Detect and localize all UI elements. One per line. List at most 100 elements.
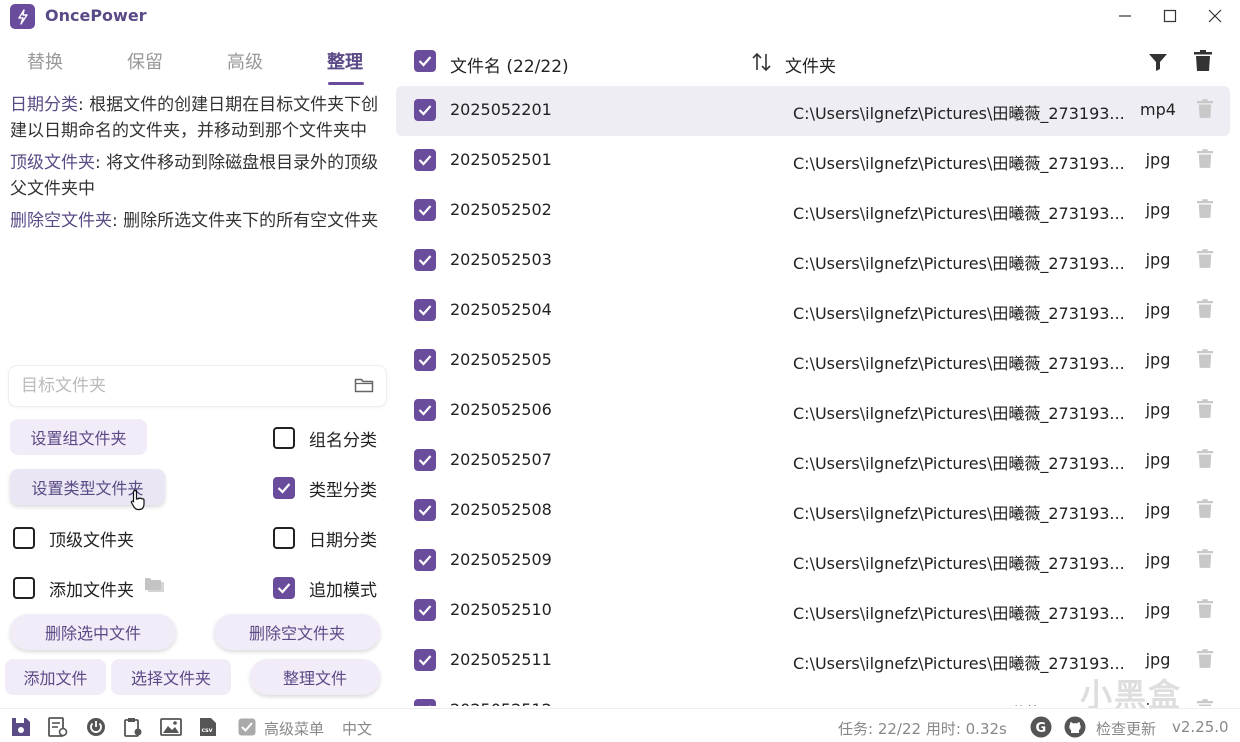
csv-icon[interactable]: csv <box>199 717 219 737</box>
app-logo-icon <box>10 4 35 29</box>
advanced-menu-label[interactable]: 高级菜单 <box>264 718 324 739</box>
table-row[interactable]: 2025052507 C:\Users\ilgnefz\Pictures\田曦薇… <box>396 436 1230 486</box>
row-checkbox[interactable] <box>414 499 436 521</box>
file-folder: C:\Users\ilgnefz\Pictures\田曦薇_273193... <box>793 204 1125 223</box>
set-type-folder-button[interactable]: 设置类型文件夹 <box>10 469 165 511</box>
folder-icon[interactable] <box>354 376 374 398</box>
version-label: v2.25.0 <box>1172 718 1229 736</box>
table-row[interactable]: 2025052201 C:\Users\ilgnefz\Pictures\田曦薇… <box>396 86 1230 136</box>
trash-icon[interactable] <box>1194 50 1212 76</box>
append-mode-checkbox[interactable] <box>273 577 295 599</box>
trash-icon[interactable] <box>1197 699 1213 706</box>
save-icon[interactable] <box>11 717 31 737</box>
tab-organize[interactable]: 整理 <box>327 48 363 74</box>
log-icon[interactable] <box>48 717 68 737</box>
delete-empty-folders-button[interactable]: 删除空文件夹 <box>214 614 380 650</box>
table-row[interactable]: 2025052503 C:\Users\ilgnefz\Pictures\田曦薇… <box>396 236 1230 286</box>
table-row[interactable]: 2025052501 C:\Users\ilgnefz\Pictures\田曦薇… <box>396 136 1230 186</box>
file-folder: C:\Users\ilgnefz\Pictures\田曦薇_273193... <box>793 454 1125 473</box>
power-icon[interactable] <box>86 717 106 737</box>
table-row[interactable]: 2025052504 C:\Users\ilgnefz\Pictures\田曦薇… <box>396 286 1230 336</box>
trash-icon[interactable] <box>1197 649 1213 673</box>
group-classify-option[interactable]: 组名分类 <box>273 423 377 453</box>
trash-icon[interactable] <box>1197 99 1213 123</box>
sort-icon[interactable] <box>750 50 774 78</box>
row-checkbox[interactable] <box>414 699 436 706</box>
trash-icon[interactable] <box>1197 549 1213 573</box>
trash-icon[interactable] <box>1197 399 1213 423</box>
select-all-checkbox[interactable] <box>414 50 436 72</box>
row-checkbox[interactable] <box>414 399 436 421</box>
language-selector[interactable]: 中文 <box>342 718 372 739</box>
table-row[interactable]: 2025052506 C:\Users\ilgnefz\Pictures\田曦薇… <box>396 386 1230 436</box>
type-classify-checkbox[interactable] <box>273 477 295 499</box>
check-update-link[interactable]: 检查更新 <box>1096 718 1156 739</box>
file-name: 2025052201 <box>450 100 552 119</box>
set-group-folder-button[interactable]: 设置组文件夹 <box>10 419 147 455</box>
row-checkbox[interactable] <box>414 149 436 171</box>
file-list: 2025052201 C:\Users\ilgnefz\Pictures\田曦薇… <box>396 86 1230 706</box>
tab-replace[interactable]: 替换 <box>27 48 63 74</box>
table-row[interactable]: 2025052510 C:\Users\ilgnefz\Pictures\田曦薇… <box>396 586 1230 636</box>
trash-icon[interactable] <box>1197 599 1213 623</box>
filter-icon[interactable] <box>1148 52 1168 76</box>
file-folder: C:\Users\ilgnefz\Pictures\田曦薇_273193... <box>793 154 1125 173</box>
trash-icon[interactable] <box>1197 299 1213 323</box>
tab-advanced[interactable]: 高级 <box>227 48 263 74</box>
row-checkbox[interactable] <box>414 649 436 671</box>
trash-icon[interactable] <box>1197 499 1213 523</box>
file-extension: jpg <box>1145 250 1171 269</box>
add-file-button[interactable]: 添加文件 <box>5 659 106 695</box>
select-folder-button[interactable]: 选择文件夹 <box>111 659 231 695</box>
add-folder-option[interactable]: 添加文件夹 <box>13 573 166 603</box>
file-name: 2025052512 <box>450 700 552 706</box>
row-checkbox[interactable] <box>414 349 436 371</box>
trash-icon[interactable] <box>1197 249 1213 273</box>
top-folder-checkbox[interactable] <box>13 527 35 549</box>
gitee-icon[interactable]: G <box>1030 716 1052 738</box>
tab-keep[interactable]: 保留 <box>127 48 163 74</box>
add-folder-checkbox[interactable] <box>13 577 35 599</box>
file-extension: jpg <box>1145 300 1171 319</box>
close-icon[interactable] <box>1205 6 1225 26</box>
file-extension: mp4 <box>1140 100 1176 119</box>
trash-icon[interactable] <box>1197 449 1213 473</box>
group-classify-checkbox[interactable] <box>273 427 295 449</box>
table-row[interactable]: 2025052505 C:\Users\ilgnefz\Pictures\田曦薇… <box>396 336 1230 386</box>
date-classify-option[interactable]: 日期分类 <box>273 523 377 553</box>
delete-selected-button[interactable]: 删除选中文件 <box>10 614 176 650</box>
folder-column-header[interactable]: 文件夹 <box>785 52 836 77</box>
minimize-icon[interactable] <box>1115 6 1135 26</box>
file-extension: jpg <box>1145 400 1171 419</box>
date-classify-checkbox[interactable] <box>273 527 295 549</box>
top-folder-option[interactable]: 顶级文件夹 <box>13 523 134 553</box>
row-checkbox[interactable] <box>414 449 436 471</box>
target-folder-input[interactable] <box>21 376 341 396</box>
trash-icon[interactable] <box>1197 349 1213 373</box>
table-row[interactable]: 2025052508 C:\Users\ilgnefz\Pictures\田曦薇… <box>396 486 1230 536</box>
image-icon[interactable] <box>160 717 182 737</box>
name-column-header[interactable]: 文件名 (22/22) <box>450 52 569 77</box>
github-icon[interactable] <box>1064 716 1086 738</box>
trash-icon[interactable] <box>1197 149 1213 173</box>
type-classify-option[interactable]: 类型分类 <box>273 473 377 503</box>
file-name: 2025052510 <box>450 600 552 619</box>
file-extension: jpg <box>1145 200 1171 219</box>
file-folder: C:\Users\ilgnefz\Pictures\田曦薇_273193... <box>793 354 1125 373</box>
row-checkbox[interactable] <box>414 549 436 571</box>
row-checkbox[interactable] <box>414 299 436 321</box>
maximize-icon[interactable] <box>1160 6 1180 26</box>
file-name: 2025052504 <box>450 300 552 319</box>
checkbox-icon[interactable] <box>238 718 258 738</box>
row-checkbox[interactable] <box>414 599 436 621</box>
table-row[interactable]: 2025052502 C:\Users\ilgnefz\Pictures\田曦薇… <box>396 186 1230 236</box>
file-folder: C:\Users\ilgnefz\Pictures\田曦薇_273193... <box>793 304 1125 323</box>
row-checkbox[interactable] <box>414 99 436 121</box>
row-checkbox[interactable] <box>414 199 436 221</box>
append-mode-option[interactable]: 追加模式 <box>273 573 377 603</box>
table-row[interactable]: 2025052509 C:\Users\ilgnefz\Pictures\田曦薇… <box>396 536 1230 586</box>
trash-icon[interactable] <box>1197 199 1213 223</box>
row-checkbox[interactable] <box>414 249 436 271</box>
organize-files-button[interactable]: 整理文件 <box>250 659 380 695</box>
clipboard-icon[interactable] <box>123 717 143 737</box>
